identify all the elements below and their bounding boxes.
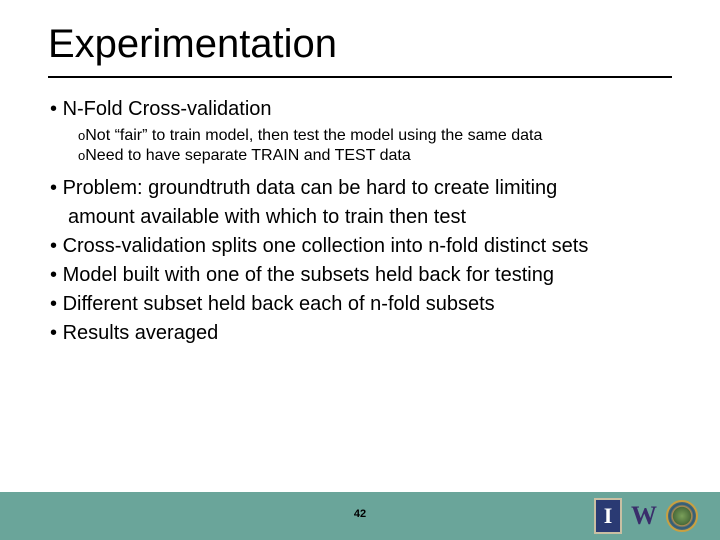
bullet-problem-cont: amount available with which to train the…	[50, 205, 680, 230]
slide: Experimentation N-Fold Cross-validation …	[0, 0, 720, 540]
bullet-problem: Problem: groundtruth data can be hard to…	[50, 176, 680, 201]
slide-content: N-Fold Cross-validation Not “fair” to tr…	[0, 67, 720, 346]
seal-logo-icon	[666, 500, 698, 532]
bullet-text: Cross-validation splits one collection i…	[63, 235, 589, 257]
bullet-model-built: Model built with one of the subsets held…	[50, 263, 680, 288]
logo-letter: W	[631, 501, 657, 531]
bullet-results-averaged: Results averaged	[50, 321, 680, 346]
bullet-text: Different subset held back each of n-fol…	[63, 293, 495, 315]
washington-logo-icon: W	[626, 498, 662, 534]
spacer	[50, 166, 680, 176]
bullet-different-subset: Different subset held back each of n-fol…	[50, 292, 680, 317]
title-underline	[48, 76, 672, 78]
logo-row: I W	[594, 498, 698, 534]
bullet-text: Results averaged	[63, 322, 219, 344]
bullet-text: Problem: groundtruth data can be hard to…	[63, 177, 558, 199]
slide-title: Experimentation	[0, 0, 720, 67]
sub-bullet-fair: Not “fair” to train model, then test the…	[50, 126, 680, 146]
sub-text: Not “fair” to train model, then test the…	[85, 127, 542, 144]
bullet-text: Model built with one of the subsets held…	[63, 264, 554, 286]
bullet-text: N-Fold Cross-validation	[63, 98, 272, 120]
illinois-logo-icon: I	[594, 498, 622, 534]
bullet-cv-splits: Cross-validation splits one collection i…	[50, 234, 680, 259]
logo-letter: I	[604, 503, 613, 529]
sub-text: Need to have separate TRAIN and TEST dat…	[85, 147, 411, 164]
sub-bullet-separate: Need to have separate TRAIN and TEST dat…	[50, 146, 680, 166]
bullet-nfold: N-Fold Cross-validation	[50, 97, 680, 122]
bullet-text: amount available with which to train the…	[68, 206, 466, 228]
